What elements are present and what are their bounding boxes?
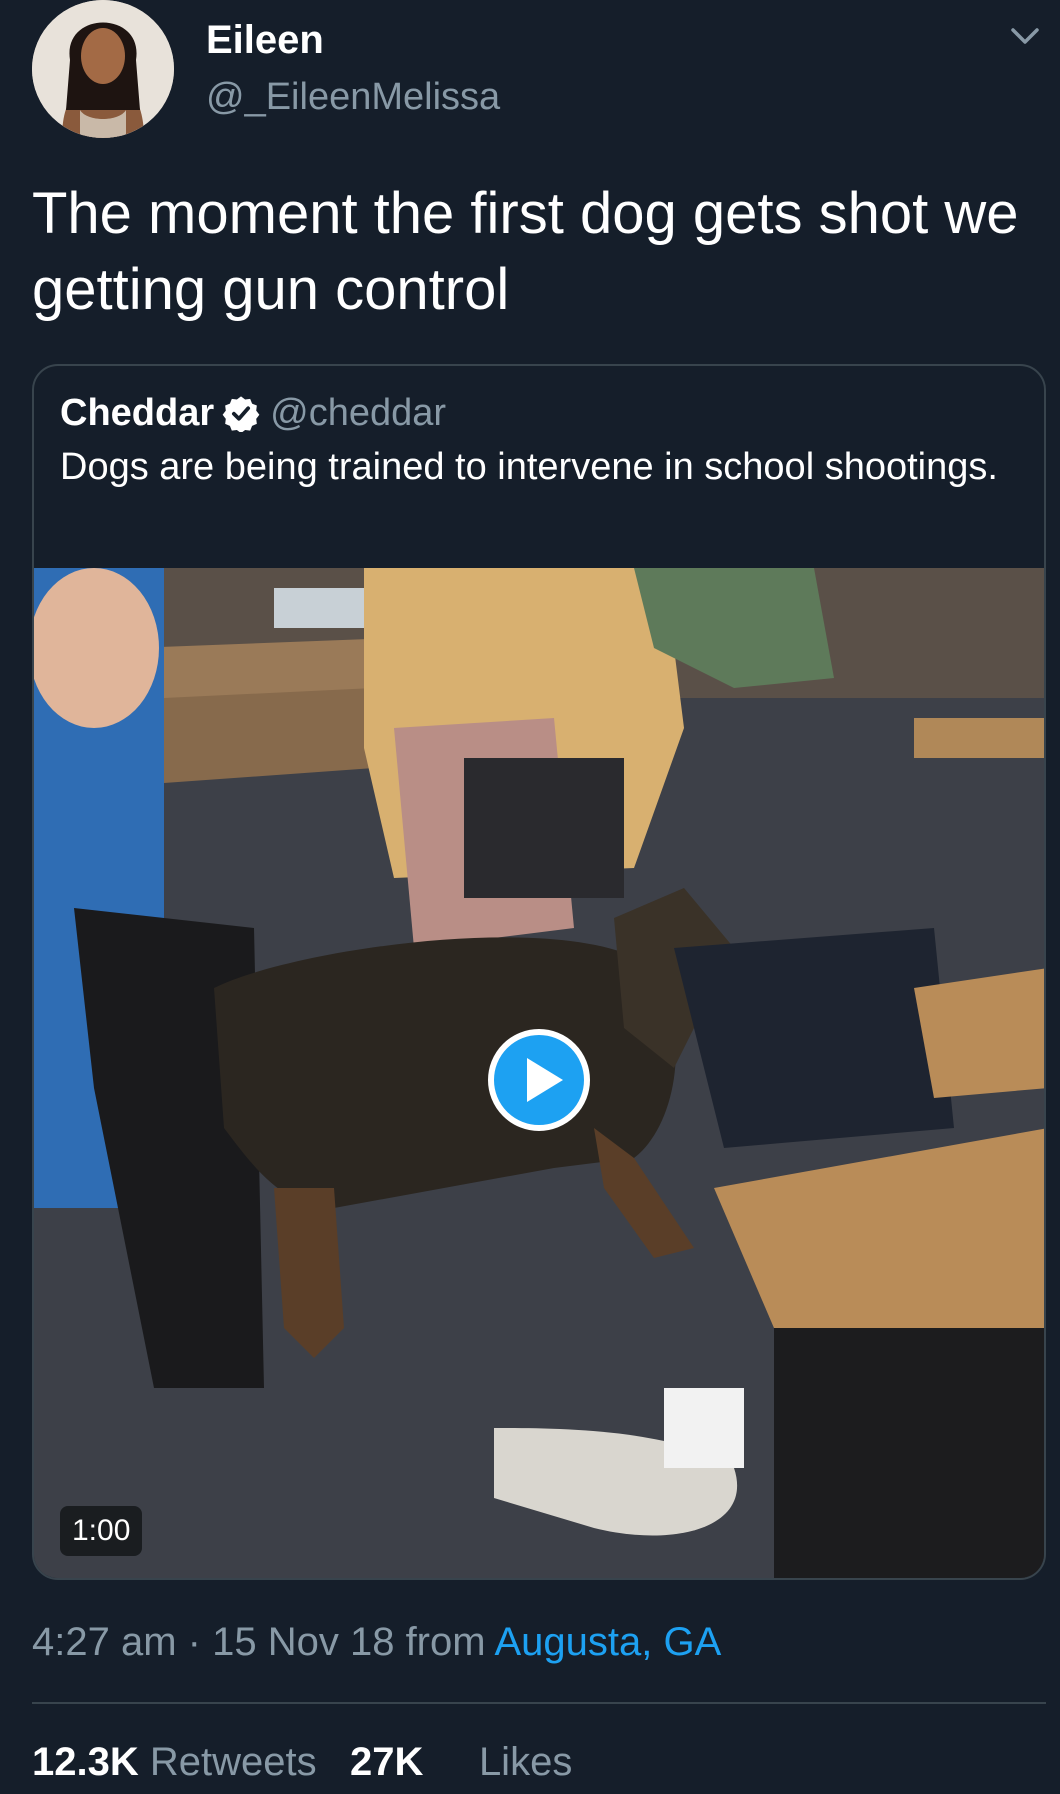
quoted-text: Dogs are being trained to intervene in s… [60, 446, 998, 488]
author-name[interactable]: Eileen [206, 18, 324, 63]
tweet-date: 15 Nov 18 [212, 1620, 395, 1664]
video-player[interactable]: 1:00 [34, 568, 1044, 1578]
from-label: from [405, 1620, 486, 1664]
likes-count: 27K [349, 1740, 424, 1784]
quoted-author-name: Cheddar [60, 391, 215, 434]
tweet-text: The moment the first dog gets shot we ge… [32, 181, 1019, 322]
retweets-label: Retweets [149, 1740, 317, 1784]
quoted-tweet[interactable]: Cheddar @cheddar Dogs are being trained … [32, 364, 1046, 1580]
likes-stat[interactable]: 27K Likes [350, 1740, 572, 1784]
author-handle[interactable]: @_EileenMelissa [206, 76, 500, 119]
video-duration: 1:00 [60, 1506, 143, 1556]
tweet-location-link[interactable]: Augusta, GA [494, 1620, 721, 1664]
likes-label: Likes [478, 1740, 573, 1784]
divider [32, 1702, 1046, 1704]
tweet-meta: 4:27 am · 15 Nov 18 from Augusta, GA [32, 1620, 721, 1665]
engagement-stats: 12.3K Retweets 27K Likes [32, 1740, 572, 1785]
avatar[interactable] [32, 0, 174, 138]
avatar-image [32, 0, 174, 138]
retweets-stat[interactable]: 12.3K Retweets [32, 1740, 317, 1784]
play-icon[interactable] [487, 1028, 591, 1132]
tweet-time: 4:27 am [32, 1620, 177, 1664]
meta-separator: · [187, 1620, 213, 1664]
verified-badge-icon [222, 396, 260, 432]
retweets-count: 12.3K [32, 1740, 139, 1784]
chevron-down-icon[interactable] [1008, 22, 1042, 50]
quoted-author-handle: @cheddar [270, 391, 447, 434]
quoted-header: Cheddar @cheddar [60, 388, 446, 438]
